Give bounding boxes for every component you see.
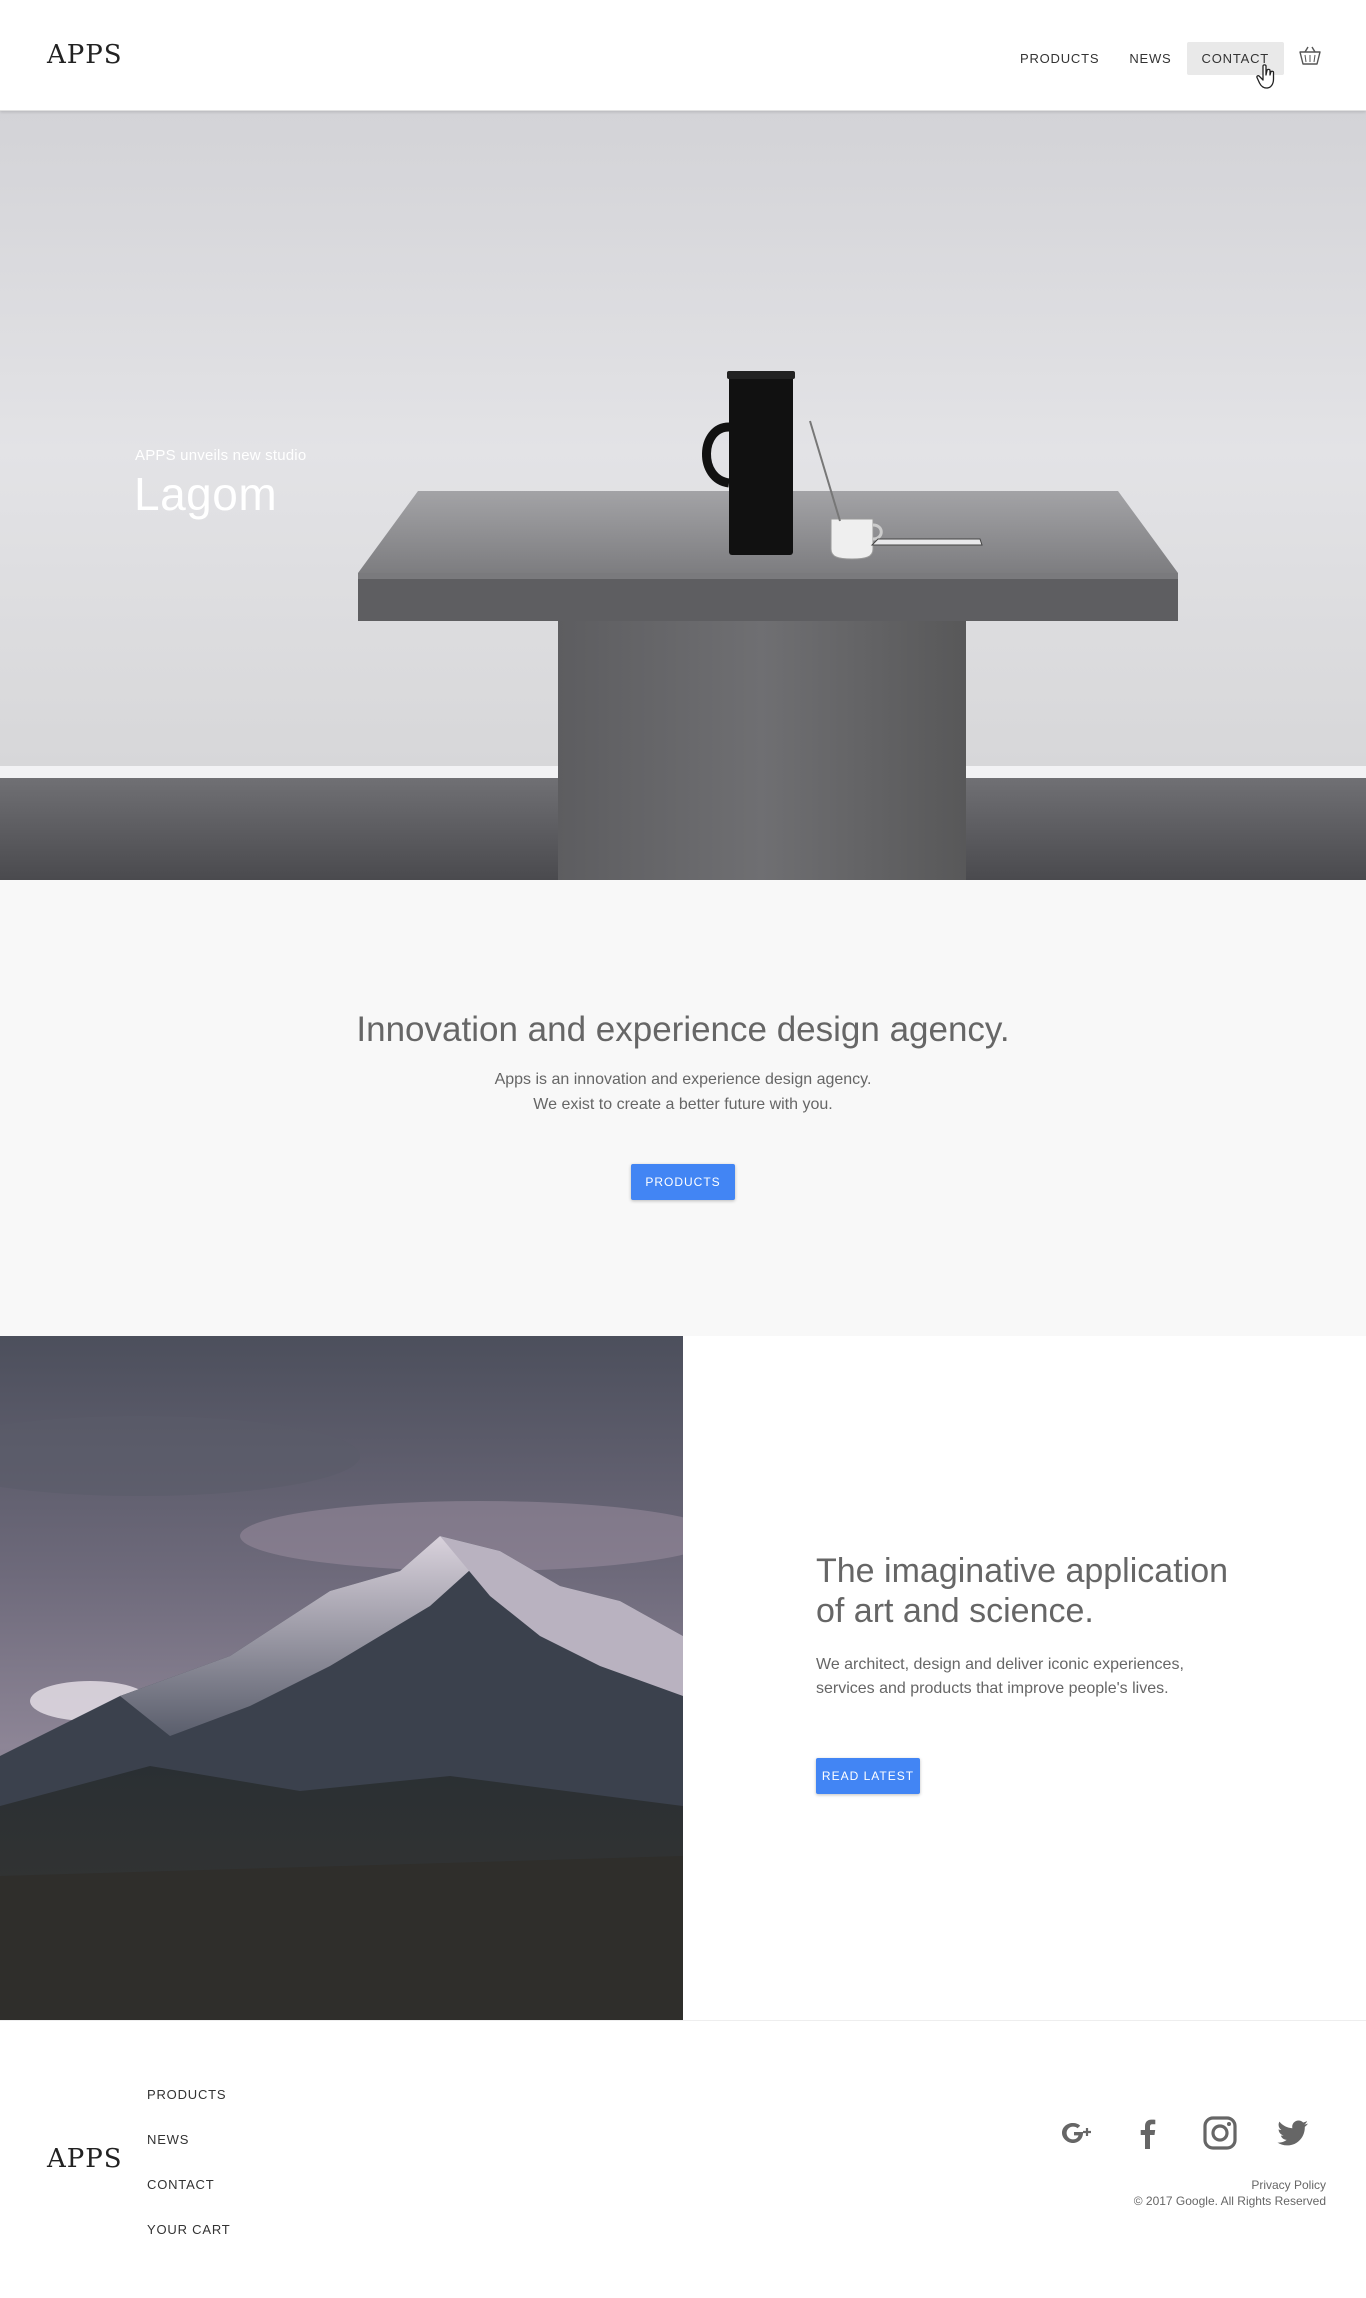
site-header: APPS PRODUCTS NEWS CONTACT [0,0,1366,111]
read-latest-button[interactable]: READ LATEST [816,1758,920,1794]
instagram-icon[interactable] [1202,2115,1238,2151]
twitter-icon[interactable] [1274,2115,1310,2151]
footer-link-contact[interactable]: CONTACT [147,2175,231,2220]
footer-logo[interactable]: APPS [47,2144,123,2174]
hand-pointer-icon [1256,64,1275,89]
intro-section: Innovation and experience design agency.… [0,880,1366,1336]
feature-description: We architect, design and deliver iconic … [816,1653,1236,1701]
intro-description: Apps is an innovation and experience des… [0,1067,1366,1117]
site-footer: APPS PRODUCTS NEWS CONTACT YOUR CART Pri… [0,2020,1366,2298]
intro-title: Innovation and experience design agency. [356,1010,1010,1049]
nav-products[interactable]: PRODUCTS [1005,42,1114,75]
footer-link-products[interactable]: PRODUCTS [147,2085,231,2130]
feature-title-line-2: of art and science. [816,1592,1094,1630]
main-nav: PRODUCTS NEWS CONTACT [1005,42,1284,75]
hero-banner: APPS unveils new studio Lagom [0,111,1366,880]
nav-news[interactable]: NEWS [1114,42,1186,75]
feature-text-line-2: services and products that improve peopl… [816,1680,1169,1697]
hero-title: Lagom [134,468,278,520]
hero-kicker: APPS unveils new studio [135,447,307,464]
google-plus-icon[interactable] [1058,2115,1094,2151]
legal-info: Privacy Policy © 2017 Google. All Rights… [1134,2177,1326,2209]
copyright-text: © 2017 Google. All Rights Reserved [1133,2194,1326,2208]
products-button[interactable]: PRODUCTS [631,1164,735,1200]
privacy-policy-link[interactable]: Privacy Policy [1134,2177,1326,2193]
facebook-icon[interactable] [1130,2115,1166,2151]
basket-icon[interactable] [1299,46,1321,66]
footer-link-news[interactable]: NEWS [147,2130,231,2175]
intro-line-1: Apps is an innovation and experience des… [494,1071,872,1088]
footer-nav: PRODUCTS NEWS CONTACT YOUR CART [147,2085,231,2265]
feature-title-line-1: The imaginative application [816,1552,1229,1590]
mountain-image [0,1336,683,2020]
social-links [1058,2115,1310,2151]
intro-line-2: We exist to create a better future with … [533,1096,833,1113]
feature-section: The imaginative application of art and s… [0,1336,1366,2020]
site-logo[interactable]: APPS [47,40,123,70]
footer-link-cart[interactable]: YOUR CART [147,2220,231,2265]
feature-text-line-1: We architect, design and deliver iconic … [816,1656,1184,1673]
feature-title: The imaginative application of art and s… [816,1551,1236,1631]
